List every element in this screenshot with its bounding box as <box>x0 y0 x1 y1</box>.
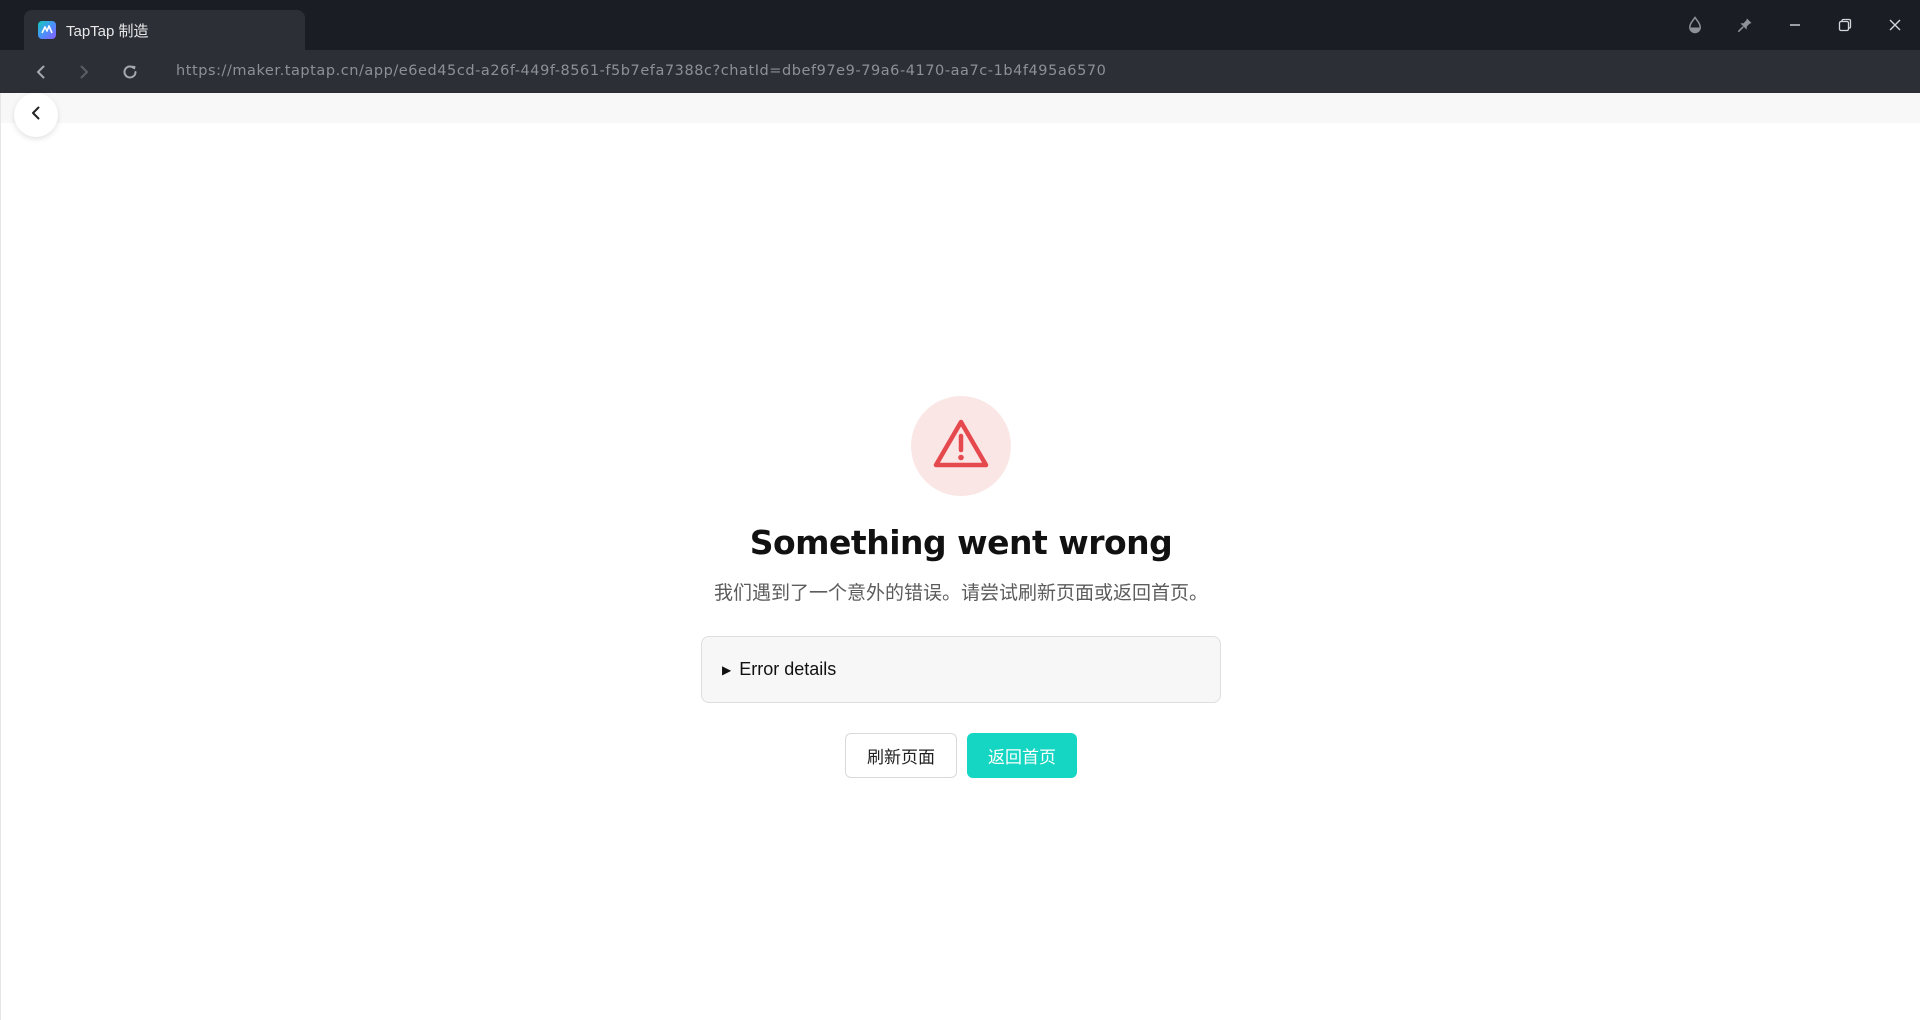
back-arrow-icon[interactable] <box>21 50 61 93</box>
disclosure-triangle-icon: ▶ <box>722 662 732 677</box>
action-buttons: 刷新页面 返回首页 <box>845 733 1077 778</box>
url-field[interactable]: https://maker.taptap.cn/app/e6ed45cd-a26… <box>176 50 1106 93</box>
error-title: Something went wrong <box>749 523 1173 562</box>
refresh-page-button[interactable]: 刷新页面 <box>845 733 957 778</box>
browser-address-bar: https://maker.taptap.cn/app/e6ed45cd-a26… <box>0 50 1920 93</box>
chevron-left-icon <box>28 105 44 126</box>
return-home-button[interactable]: 返回首页 <box>967 733 1077 778</box>
error-message: 我们遇到了一个意外的错误。请尝试刷新页面或返回首页。 <box>713 583 1208 604</box>
error-icon-circle <box>911 396 1011 496</box>
warning-triangle-icon <box>932 418 990 475</box>
window-controls <box>1670 0 1920 50</box>
droplet-icon[interactable] <box>1670 0 1720 50</box>
browser-tab[interactable]: TapTap 制造 <box>24 10 305 50</box>
error-details-label: Error details <box>739 659 837 679</box>
close-icon[interactable] <box>1870 0 1920 50</box>
page-content: Something went wrong 我们遇到了一个意外的错误。请尝试刷新页… <box>0 93 1920 1020</box>
error-details-toggle[interactable]: ▶ Error details <box>701 636 1221 703</box>
tab-title: TapTap 制造 <box>66 22 149 40</box>
forward-arrow-icon[interactable] <box>64 50 104 93</box>
back-button[interactable] <box>14 93 58 137</box>
taptap-maker-logo-icon <box>38 21 56 39</box>
browser-titlebar: TapTap 制造 <box>0 0 1920 50</box>
restore-icon[interactable] <box>1820 0 1870 50</box>
pin-icon[interactable] <box>1720 0 1770 50</box>
minimize-icon[interactable] <box>1770 0 1820 50</box>
page-header-strip <box>1 93 1920 123</box>
reload-icon[interactable] <box>110 50 150 93</box>
